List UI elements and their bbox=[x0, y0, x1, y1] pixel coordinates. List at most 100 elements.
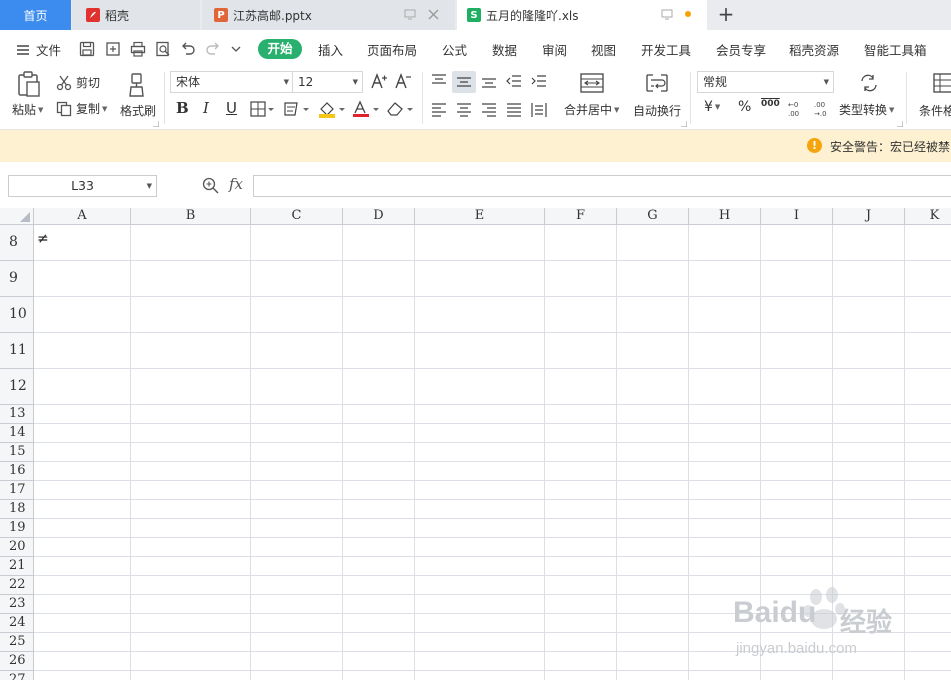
wrap-text-button[interactable]: 自动换行 bbox=[633, 102, 681, 119]
tab-xls[interactable]: S 五月的隆隆吖.xls bbox=[457, 0, 707, 30]
format-painter-button[interactable]: 格式刷 bbox=[120, 102, 156, 119]
conditional-format-button[interactable]: 条件格 bbox=[919, 102, 951, 119]
align-top-icon[interactable] bbox=[431, 73, 447, 89]
tab-smart-toolbox[interactable]: 智能工具箱 bbox=[864, 40, 927, 59]
tab-docer[interactable]: 稻壳 bbox=[72, 0, 200, 30]
row-header-22[interactable]: 22 bbox=[0, 576, 34, 595]
percent-button[interactable]: % bbox=[738, 99, 751, 115]
align-right-icon[interactable] bbox=[481, 102, 497, 118]
row-header-21[interactable]: 21 bbox=[0, 557, 34, 576]
font-name-select[interactable]: 宋体 ▼ bbox=[170, 71, 294, 93]
insert-function-button[interactable]: fx bbox=[229, 175, 243, 193]
eraser-icon[interactable] bbox=[386, 100, 414, 118]
close-icon[interactable] bbox=[428, 9, 439, 20]
thousands-separator-button[interactable]: 000 bbox=[761, 99, 780, 109]
currency-button[interactable]: ¥ ▼ bbox=[704, 99, 720, 115]
undo-icon[interactable] bbox=[179, 40, 197, 58]
merge-center-icon[interactable] bbox=[580, 72, 604, 94]
row-header-27[interactable]: 27 bbox=[0, 671, 34, 680]
export-icon[interactable] bbox=[104, 40, 122, 58]
column-header-a[interactable]: A bbox=[34, 208, 131, 225]
tab-review[interactable]: 审阅 bbox=[542, 40, 567, 59]
row-header-18[interactable]: 18 bbox=[0, 500, 34, 519]
tab-data[interactable]: 数据 bbox=[492, 40, 517, 59]
border-icon[interactable] bbox=[250, 101, 274, 117]
align-center-icon[interactable] bbox=[456, 102, 472, 118]
column-header-g[interactable]: G bbox=[617, 208, 689, 225]
column-header-i[interactable]: I bbox=[761, 208, 833, 225]
justify-icon[interactable] bbox=[506, 102, 522, 118]
decrease-font-icon[interactable] bbox=[394, 72, 412, 90]
paste-button[interactable]: 粘贴 ▼ bbox=[12, 101, 43, 118]
name-box[interactable]: L33 ▼ bbox=[8, 175, 157, 197]
row-header-25[interactable]: 25 bbox=[0, 633, 34, 652]
column-header-h[interactable]: H bbox=[689, 208, 761, 225]
save-icon[interactable] bbox=[78, 40, 96, 58]
underline-button[interactable]: U bbox=[226, 99, 237, 117]
increase-font-icon[interactable] bbox=[370, 72, 388, 90]
row-header-11[interactable]: 11 bbox=[0, 333, 34, 369]
row-header-24[interactable]: 24 bbox=[0, 614, 34, 633]
new-tab-button[interactable]: + bbox=[716, 4, 736, 24]
window-icon[interactable] bbox=[661, 8, 673, 20]
font-color-icon[interactable] bbox=[352, 100, 380, 118]
file-menu[interactable]: 文件 bbox=[16, 40, 61, 59]
merge-center-button[interactable]: 合并居中 ▼ bbox=[564, 101, 619, 118]
type-convert-icon[interactable] bbox=[859, 73, 879, 93]
font-size-select[interactable]: 12 ▼ bbox=[292, 71, 363, 93]
tab-formulas[interactable]: 公式 bbox=[442, 40, 467, 59]
redo-icon[interactable] bbox=[204, 40, 222, 58]
cell-style-icon[interactable] bbox=[283, 101, 311, 117]
tab-docer-resources[interactable]: 稻壳资源 bbox=[789, 40, 839, 59]
select-all-corner[interactable] bbox=[0, 208, 34, 225]
cut-button[interactable]: 剪切 bbox=[56, 74, 100, 91]
wrap-text-icon[interactable] bbox=[645, 72, 669, 94]
row-header-26[interactable]: 26 bbox=[0, 652, 34, 671]
dialog-launcher-icon[interactable] bbox=[681, 121, 687, 127]
copy-button[interactable]: 复制 ▼ bbox=[56, 100, 107, 117]
decrease-decimal-icon[interactable]: .00→.0 bbox=[813, 99, 833, 119]
row-header-19[interactable]: 19 bbox=[0, 519, 34, 538]
row-header-23[interactable]: 23 bbox=[0, 595, 34, 614]
type-convert-button[interactable]: 类型转换 ▼ bbox=[839, 101, 894, 118]
tab-member[interactable]: 会员专享 bbox=[716, 40, 766, 59]
print-icon[interactable] bbox=[129, 40, 147, 58]
align-bottom-icon[interactable] bbox=[481, 73, 497, 89]
row-header-17[interactable]: 17 bbox=[0, 481, 34, 500]
row-header-13[interactable]: 13 bbox=[0, 405, 34, 424]
tab-view[interactable]: 视图 bbox=[591, 40, 616, 59]
align-middle-button[interactable] bbox=[452, 71, 476, 93]
bold-button[interactable]: B bbox=[176, 99, 189, 117]
increase-decimal-icon[interactable]: ←0.00 bbox=[787, 99, 807, 119]
paste-icon[interactable] bbox=[16, 70, 42, 98]
tab-home[interactable]: 首页 bbox=[0, 0, 71, 30]
dialog-launcher-icon[interactable] bbox=[897, 121, 903, 127]
tab-developer[interactable]: 开发工具 bbox=[641, 40, 691, 59]
align-left-icon[interactable] bbox=[431, 102, 447, 118]
row-header-16[interactable]: 16 bbox=[0, 462, 34, 481]
fill-color-icon[interactable] bbox=[318, 100, 346, 118]
tab-pptx[interactable]: P 江苏高邮.pptx bbox=[202, 0, 455, 30]
column-header-f[interactable]: F bbox=[545, 208, 617, 225]
column-header-d[interactable]: D bbox=[343, 208, 415, 225]
formula-input[interactable] bbox=[253, 175, 951, 197]
cell-a8[interactable]: ≠ bbox=[37, 231, 49, 247]
tab-page-layout[interactable]: 页面布局 bbox=[367, 40, 417, 59]
column-header-e[interactable]: E bbox=[415, 208, 545, 225]
row-header-8[interactable]: 8 bbox=[0, 225, 34, 261]
increase-indent-icon[interactable] bbox=[531, 73, 547, 89]
conditional-format-icon[interactable] bbox=[933, 73, 951, 93]
decrease-indent-icon[interactable] bbox=[506, 73, 522, 89]
print-preview-icon[interactable] bbox=[154, 40, 172, 58]
number-format-select[interactable]: 常规 ▼ bbox=[697, 71, 834, 93]
customize-toolbar-icon[interactable] bbox=[230, 40, 242, 58]
row-header-9[interactable]: 9 bbox=[0, 261, 34, 297]
format-painter-icon[interactable] bbox=[128, 72, 148, 98]
zoom-icon[interactable] bbox=[202, 177, 219, 194]
column-header-b[interactable]: B bbox=[131, 208, 251, 225]
column-header-j[interactable]: J bbox=[833, 208, 905, 225]
italic-button[interactable]: I bbox=[203, 99, 209, 117]
column-header-c[interactable]: C bbox=[251, 208, 343, 225]
spreadsheet-grid[interactable]: ABCDEFGHIJK 8 9 10 11 12 13 14 15 16 17 18 19 20 21 22… bbox=[0, 208, 951, 680]
distributed-align-icon[interactable] bbox=[531, 102, 547, 118]
